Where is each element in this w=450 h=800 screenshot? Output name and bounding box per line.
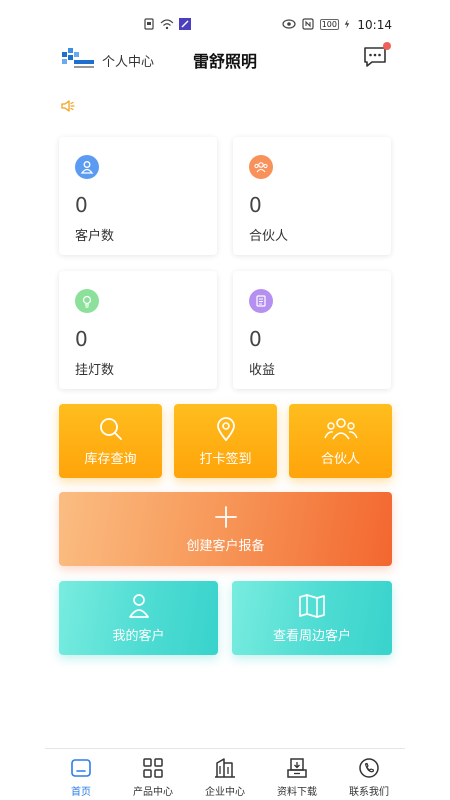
- message-button[interactable]: [362, 42, 391, 70]
- nav-label: 首页: [71, 787, 91, 798]
- charging-icon: [344, 19, 350, 29]
- stat-card-earnings[interactable]: 0 收益: [233, 271, 391, 389]
- nav-product-center[interactable]: 产品中心: [117, 749, 189, 800]
- partner-group-icon: [323, 417, 358, 439]
- plus-icon: [214, 505, 237, 528]
- create-customer-report-button[interactable]: 创建客户报备: [59, 492, 392, 566]
- sim-icon: [144, 18, 154, 30]
- app-notification-icon: [179, 18, 191, 30]
- wifi-icon: [160, 19, 174, 30]
- partner-group-icon: [249, 155, 273, 179]
- app-header: 个人中心 雷舒照明: [0, 42, 450, 74]
- nav-contact-us[interactable]: 联系我们: [333, 749, 405, 800]
- stat-label: 挂灯数: [75, 363, 115, 378]
- phone-icon: [359, 758, 379, 778]
- unread-badge: [383, 42, 391, 50]
- status-right-icons: 100: [282, 18, 350, 30]
- status-bar: 100 10:14: [0, 0, 450, 44]
- checkin-button[interactable]: 打卡签到: [174, 404, 277, 478]
- nearby-customers-button[interactable]: 查看周边客户: [232, 581, 392, 655]
- nav-home[interactable]: 首页: [45, 749, 117, 800]
- nav-enterprise-center[interactable]: 企业中心: [189, 749, 261, 800]
- nav-label: 企业中心: [205, 787, 245, 798]
- nav-label: 资料下载: [277, 787, 317, 798]
- stat-card-lamps[interactable]: 0 挂灯数: [59, 271, 217, 389]
- status-left-icons: [142, 18, 192, 30]
- customer-icon: [75, 155, 99, 179]
- stat-value: 0: [75, 327, 88, 351]
- stat-value: 0: [249, 193, 262, 217]
- stat-label: 客户数: [75, 229, 115, 244]
- download-icon: [287, 758, 307, 778]
- stat-card-partners[interactable]: 0 合伙人: [233, 137, 391, 255]
- inventory-query-button[interactable]: 库存查询: [59, 404, 162, 478]
- create-customer-report-label: 创建客户报备: [186, 538, 265, 554]
- my-customers-label: 我的客户: [112, 628, 165, 644]
- person-icon: [128, 593, 149, 618]
- location-pin-icon: [216, 416, 235, 441]
- stat-label: 合伙人: [249, 229, 289, 244]
- nearby-customers-label: 查看周边客户: [272, 628, 351, 644]
- eye-icon: [282, 19, 296, 29]
- stat-card-customers[interactable]: 0 客户数: [59, 137, 217, 255]
- status-time: 10:14: [357, 18, 392, 32]
- partner-label: 合伙人: [320, 451, 360, 467]
- battery-level: 100: [321, 19, 337, 29]
- building-icon: [215, 758, 235, 778]
- my-customers-button[interactable]: 我的客户: [59, 581, 218, 655]
- nav-label: 联系我们: [349, 787, 389, 798]
- checkin-label: 打卡签到: [199, 451, 252, 467]
- stat-label: 收益: [249, 363, 276, 378]
- stat-value: 0: [249, 327, 262, 351]
- stat-value: 0: [75, 193, 88, 217]
- bottom-nav: 首页 产品中心 企业中心 资料下载 联系我们: [45, 748, 405, 800]
- battery-icon: 100: [319, 18, 339, 30]
- inventory-query-label: 库存查询: [84, 451, 137, 467]
- partner-button[interactable]: 合伙人: [289, 404, 392, 478]
- search-icon: [99, 417, 122, 440]
- grid-icon: [143, 758, 163, 778]
- earnings-icon: [249, 289, 273, 313]
- home-icon: [71, 759, 91, 777]
- speaker-icon[interactable]: [60, 98, 76, 114]
- lamp-icon: [75, 289, 99, 313]
- nfc-icon: [302, 18, 314, 30]
- nav-downloads[interactable]: 资料下载: [261, 749, 333, 800]
- map-icon: [299, 593, 325, 618]
- nav-label: 产品中心: [133, 787, 173, 798]
